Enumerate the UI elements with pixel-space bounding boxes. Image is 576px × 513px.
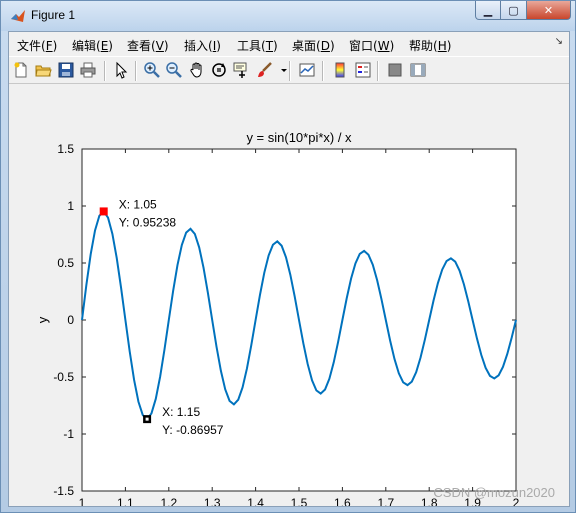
datatip-y-label: Y: -0.86957 (162, 423, 224, 437)
toolbar-separator (135, 61, 137, 81)
y-tick-label: 0 (67, 313, 74, 327)
pan-hand-icon (190, 62, 202, 78)
y-tick-label: 0.5 (57, 256, 74, 270)
zoom-in-icon (144, 62, 160, 78)
show-plot-tools-icon (410, 63, 426, 77)
watermark: CSDN @mozun2020 (433, 485, 555, 500)
hide-plot-tools-button[interactable] (386, 61, 404, 79)
datatip-x-label: X: 1.05 (119, 197, 157, 211)
menu-tools[interactable]: 工具(T) (237, 37, 278, 54)
figure-client-area: 文件(F) 编辑(E) 查看(V) 插入(I) 工具(T) 桌面(D) 窗口(W… (8, 31, 570, 510)
menu-help[interactable]: 帮助(H) (409, 37, 451, 54)
menu-edit[interactable]: 编辑(E) (72, 37, 113, 54)
colorbar-button[interactable] (331, 61, 349, 79)
new-file-button[interactable] (12, 61, 30, 79)
brush-button[interactable] (255, 61, 273, 79)
open-folder-icon (35, 65, 52, 77)
chart-title: y = sin(10*pi*x) / x (246, 130, 352, 145)
open-button[interactable] (34, 61, 52, 79)
rotate-3d-icon (212, 63, 226, 77)
pointer-icon (116, 61, 128, 79)
x-tick-label: 1.7 (377, 496, 394, 506)
hide-plot-tools-icon (388, 63, 402, 77)
menu-file[interactable]: 文件(F) (17, 37, 57, 54)
zoom-out-button[interactable] (165, 61, 183, 79)
save-button[interactable] (57, 61, 75, 79)
datatip-marker-center (145, 417, 149, 421)
toolbar-separator (289, 61, 291, 81)
menu-insert[interactable]: 插入(I) (184, 37, 221, 54)
menu-window[interactable]: 窗口(W) (349, 37, 394, 54)
pan-button[interactable] (188, 61, 206, 79)
figure-canvas: y = sin(10*pi*x) / x 1 1.1 1.2 1.3 1.4 1.5 1.6… (9, 85, 569, 510)
print-icon (80, 62, 96, 78)
datatip-marker[interactable] (99, 207, 108, 216)
title-bar[interactable]: Figure 1 ▁ ▢ ✕ (1, 1, 575, 31)
y-tick-label: -1 (63, 427, 74, 441)
data-cursor-button[interactable] (233, 61, 251, 79)
menu-desktop[interactable]: 桌面(D) (292, 37, 335, 54)
show-plot-tools-button[interactable] (409, 61, 427, 79)
toolbar-separator (104, 61, 106, 81)
maximize-button[interactable]: ▢ (501, 1, 527, 20)
menu-view[interactable]: 查看(V) (127, 37, 169, 54)
brush-icon (258, 62, 272, 77)
datatip-y-label: Y: 0.95238 (119, 215, 177, 229)
zoom-in-button[interactable] (143, 61, 161, 79)
legend-icon (355, 62, 371, 78)
y-tick-label: 1 (67, 199, 74, 213)
x-tick-label: 1.3 (204, 496, 221, 506)
menu-overflow-icon[interactable]: ↘ (555, 36, 563, 47)
x-tick-label: 1.6 (334, 496, 351, 506)
close-button[interactable]: ✕ (527, 1, 571, 20)
colorbar-icon (335, 62, 345, 78)
datatip-x-label: X: 1.15 (162, 405, 200, 419)
link-plot-icon (299, 63, 315, 77)
x-tick-label: 1.2 (160, 496, 177, 506)
pointer-button[interactable] (112, 61, 130, 79)
x-tick-label: 1.1 (117, 496, 134, 506)
new-file-icon (14, 62, 27, 78)
maximize-icon: ▢ (508, 3, 519, 17)
brush-dropdown-button[interactable] (275, 61, 287, 79)
minimize-button[interactable]: ▁ (475, 1, 501, 20)
close-icon: ✕ (543, 3, 554, 17)
y-tick-label: -1.5 (53, 484, 74, 498)
x-tick-label: 1.4 (247, 496, 264, 506)
zoom-out-icon (166, 62, 182, 78)
link-plot-button[interactable] (298, 61, 316, 79)
matlab-logo-icon (10, 8, 26, 24)
y-axis-label: y (35, 316, 50, 323)
legend-button[interactable] (354, 61, 372, 79)
y-tick-label: -0.5 (53, 370, 74, 384)
toolbar-separator (377, 61, 379, 81)
plot-svg: y = sin(10*pi*x) / x 1 1.1 1.2 1.3 1.4 1.5 1.6… (35, 130, 520, 510)
save-icon (58, 62, 74, 78)
rotate-3d-button[interactable] (210, 61, 228, 79)
x-tick-label: 1 (79, 496, 86, 506)
figure-window: Figure 1 ▁ ▢ ✕ 文件(F) 编辑(E) 查看(V) 插入(I) 工… (0, 0, 576, 513)
minimize-icon: ▁ (483, 3, 493, 17)
x-tick-label: 1.5 (291, 496, 308, 506)
figure-toolbar (9, 56, 569, 84)
window-title: Figure 1 (31, 8, 76, 22)
toolbar-separator (322, 61, 324, 81)
y-tick-label: 1.5 (57, 142, 74, 156)
menu-bar: 文件(F) 编辑(E) 查看(V) 插入(I) 工具(T) 桌面(D) 窗口(W… (9, 32, 569, 56)
print-button[interactable] (79, 61, 97, 79)
data-cursor-icon (233, 62, 247, 78)
